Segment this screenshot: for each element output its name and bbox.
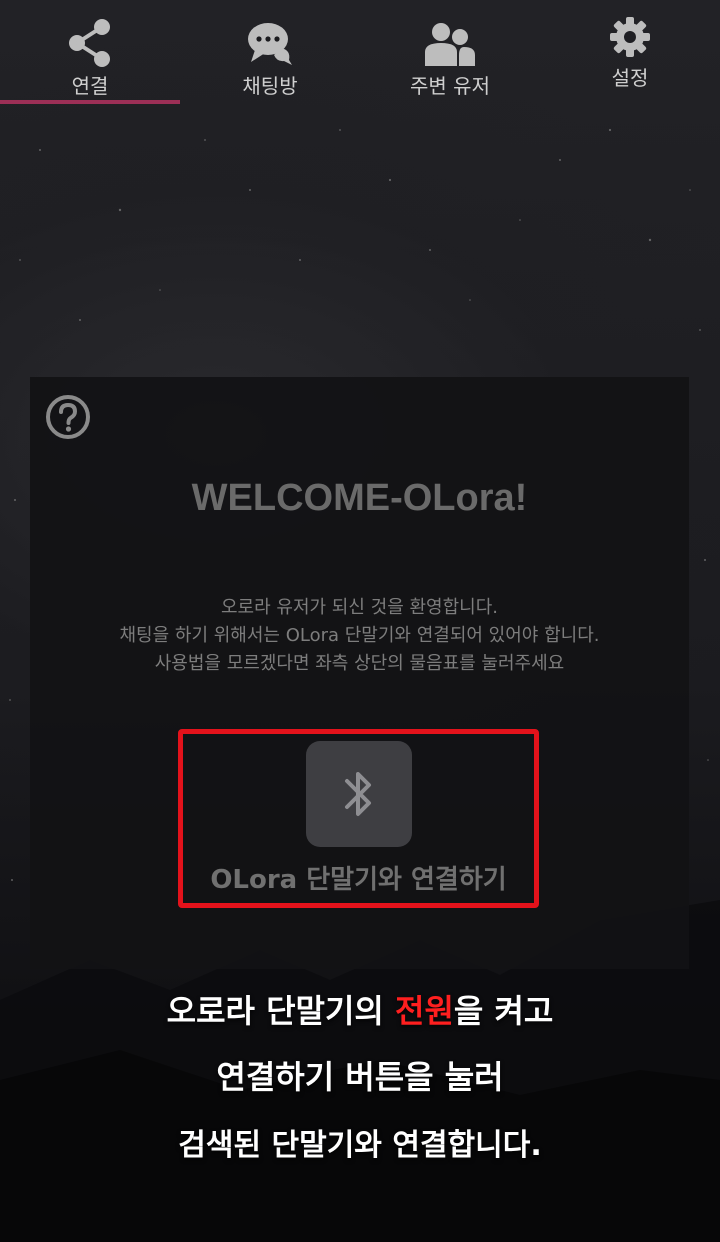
- gear-icon: [610, 17, 650, 57]
- welcome-description-line-2: 채팅을 하기 위해서는 OLora 단말기와 연결되어 있어야 합니다.: [119, 625, 600, 646]
- welcome-card: WELCOME-OLora! 오로라 유저가 되신 것을 환영합니다. 채팅을 …: [30, 377, 689, 969]
- connect-device-label[interactable]: OLora 단말기와 연결하기: [178, 859, 539, 896]
- tab-chatroom[interactable]: 채팅방: [180, 0, 360, 104]
- active-tab-indicator: [0, 100, 180, 104]
- tab-nearby-users-label: 주변 유저: [410, 74, 490, 98]
- users-icon: [425, 23, 475, 66]
- instruction-line-1-after: 을 켜고: [453, 992, 554, 1030]
- instruction-line-3: 검색된 단말기와 연결합니다.: [178, 1128, 542, 1163]
- bluetooth-icon: [345, 772, 371, 816]
- instruction-power-highlight: 전원: [395, 992, 454, 1030]
- instruction-line-1: 오로라 단말기의 전원을 켜고: [0, 986, 720, 1032]
- welcome-description-line-1: 오로라 유저가 되신 것을 환영합니다.: [220, 597, 498, 618]
- welcome-title: WELCOME-OLora!: [191, 477, 528, 519]
- bluetooth-connect-button[interactable]: [306, 741, 412, 847]
- tab-chatroom-label: 채팅방: [242, 74, 298, 98]
- tab-settings-label: 설정: [611, 66, 649, 90]
- welcome-description-line-3: 사용법을 모르겠다면 좌측 상단의 물음표를 눌러주세요: [154, 653, 565, 674]
- share-icon: [69, 19, 110, 67]
- tab-settings[interactable]: 설정: [540, 0, 720, 104]
- help-button[interactable]: [44, 393, 92, 441]
- tab-nearby-users[interactable]: 주변 유저: [360, 0, 540, 104]
- tab-connect-label: 연결: [71, 74, 109, 98]
- question-circle-icon: [46, 395, 90, 439]
- instruction-line-1-before: 오로라 단말기의: [166, 992, 395, 1030]
- chat-bubbles-icon: [248, 23, 292, 65]
- instruction-line-2: 연결하기 버튼을 눌러: [216, 1058, 504, 1096]
- top-tab-bar: 연결 채팅방 주변 유저 설정: [0, 0, 720, 104]
- tab-connect[interactable]: 연결: [0, 0, 180, 104]
